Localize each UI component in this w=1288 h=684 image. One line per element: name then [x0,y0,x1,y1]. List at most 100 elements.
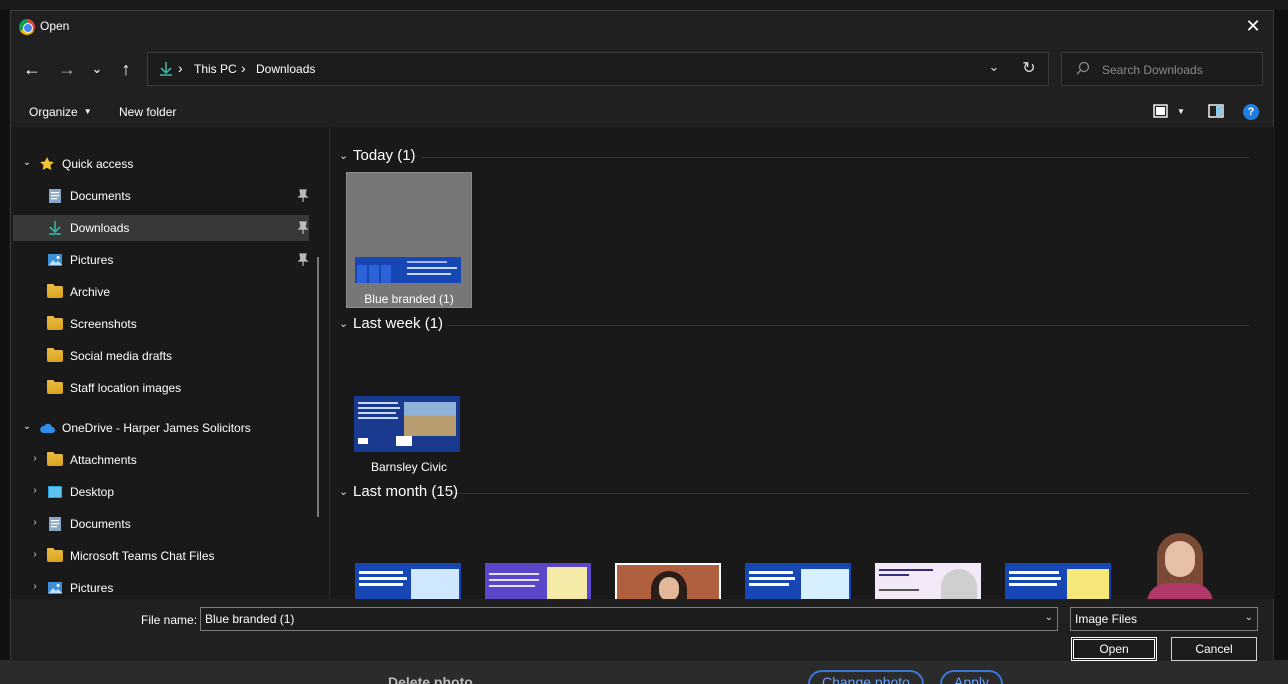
collapsed-chevron-icon[interactable]: › [29,453,41,464]
file-tile-barnsley-civic[interactable]: Barnsley Civic [346,340,472,476]
sidebar-item-archive[interactable]: Archive [13,279,309,305]
group-header-today[interactable]: ⌄ Today (1) [339,147,1249,167]
folder-icon [47,548,63,562]
file-thumbnail-supplier-disputes[interactable] [745,563,851,599]
address-history-chevron-icon[interactable]: ⌄ [984,59,1004,79]
collapse-chevron-icon[interactable]: ⌄ [339,317,348,330]
organize-button[interactable]: Organize ▼ [29,105,92,119]
group-divider [457,493,1249,494]
sidebar-item-documents[interactable]: Documents [13,183,309,209]
file-thumbnail-portrait-woman[interactable] [1135,529,1225,599]
group-header-last-week[interactable]: ⌄ Last week (1) [339,315,1249,335]
sidebar-item-label: Documents [70,517,131,531]
up-arrow-icon[interactable]: ↑ [113,57,139,83]
sidebar-item-social-media-drafts[interactable]: Social media drafts [13,343,309,369]
sidebar-item-attachments[interactable]: › Attachments [13,447,309,473]
breadcrumb-this-pc[interactable]: This PC [194,62,237,76]
file-name-value[interactable]: Blue branded (1) [205,612,294,626]
pictures-icon [48,254,62,266]
file-type-select[interactable]: Image Files ⌄ [1070,607,1258,631]
group-divider [447,325,1249,326]
caret-down-icon: ▼ [83,107,92,116]
organize-label: Organize [29,105,78,119]
file-tile-blue-branded[interactable]: Blue branded (1) [346,172,472,308]
change-photo-button: Change photo [808,670,924,684]
collapse-chevron-icon[interactable]: ⌄ [339,485,348,498]
breadcrumb-separator: › [178,60,183,76]
sidebar-item-label: Archive [70,285,111,299]
recent-locations-chevron-icon[interactable]: ⌄ [84,57,110,83]
file-thumbnail [355,257,461,283]
file-thumbnail-purple[interactable] [485,563,591,599]
downloads-icon [160,62,172,76]
expand-chevron-icon[interactable]: ⌄ [21,421,33,432]
search-box[interactable]: Search Downloads [1061,52,1263,86]
sidebar-item-onedrive-documents[interactable]: › Documents [13,511,309,537]
navigation-scrollbar[interactable] [317,257,319,517]
background-page-top [0,0,1288,10]
back-arrow-icon[interactable]: ← [19,57,45,83]
preview-pane-icon[interactable] [1207,102,1225,120]
group-header-last-month[interactable]: ⌄ Last month (15) [339,483,1249,503]
collapsed-chevron-icon[interactable]: › [29,549,41,560]
new-folder-button[interactable]: New folder [119,105,176,119]
star-icon [40,157,54,170]
collapsed-chevron-icon[interactable]: › [29,485,41,496]
file-thumbnail-shareholder[interactable] [355,563,461,599]
search-placeholder: Search Downloads [1102,63,1203,77]
sidebar-item-pictures[interactable]: Pictures [13,247,309,273]
background-page-bottom: Delete photo Change photo Apply [0,660,1288,684]
sidebar-item-label: Pictures [70,581,114,595]
group-divider [421,157,1249,158]
view-options-caret-icon[interactable]: ▼ [1177,107,1185,116]
group-title: Last month (15) [353,483,459,500]
open-file-dialog: Open ✕ ← → ⌄ ↑ › This PC › Downloads ⌄ ↻… [10,10,1275,661]
onedrive-cloud-icon [40,423,55,433]
file-name: Blue branded (1) [364,292,454,306]
command-toolbar: Organize ▼ New folder ▼ ? [11,95,1273,127]
file-thumbnail-portrait-brick[interactable] [615,563,721,599]
forward-arrow-icon[interactable]: → [54,57,80,83]
pin-icon[interactable] [297,221,309,235]
sidebar-item-staff-location-images[interactable]: Staff location images [13,375,309,401]
open-button[interactable]: Open [1071,637,1157,661]
pane-divider[interactable] [329,127,330,599]
breadcrumb-separator: › [241,60,246,76]
pin-icon[interactable] [297,189,309,203]
sidebar-item-quick-access[interactable]: ⌄ Quick access [13,151,309,177]
file-thumbnail-employee-ownership[interactable] [1005,563,1111,599]
downloads-icon [49,221,61,235]
collapsed-chevron-icon[interactable]: › [29,517,41,528]
sidebar-item-label: OneDrive - Harper James Solicitors [62,421,251,435]
search-icon [1076,61,1090,75]
sidebar-item-teams-chat-files[interactable]: › Microsoft Teams Chat Files [13,543,309,569]
chrome-icon [19,19,35,35]
file-type-value: Image Files [1075,612,1138,626]
group-title: Today (1) [353,147,416,164]
pin-icon[interactable] [297,253,309,267]
sidebar-item-screenshots[interactable]: Screenshots [13,311,309,337]
cancel-button[interactable]: Cancel [1171,637,1257,661]
breadcrumb-downloads[interactable]: Downloads [256,62,315,76]
file-thumbnail-lilac[interactable] [875,563,981,599]
file-name-history-chevron-icon[interactable]: ⌄ [1045,612,1053,623]
collapse-chevron-icon[interactable]: ⌄ [339,149,348,162]
refresh-icon[interactable]: ↻ [1018,58,1040,80]
close-icon[interactable]: ✕ [1241,15,1265,39]
file-name: Barnsley Civic [370,460,448,474]
sidebar-item-onedrive[interactable]: ⌄ OneDrive - Harper James Solicitors [13,415,309,441]
file-name-label: File name: [141,613,198,627]
sidebar-item-downloads[interactable]: Downloads [13,215,309,241]
help-icon[interactable]: ? [1243,104,1259,120]
sidebar-item-onedrive-pictures[interactable]: › Pictures [13,575,309,599]
title-bar: Open ✕ [11,11,1273,43]
file-name-input[interactable]: Blue branded (1) ⌄ [200,607,1058,631]
sidebar-item-desktop[interactable]: › Desktop [13,479,309,505]
file-type-chevron-icon[interactable]: ⌄ [1245,612,1253,623]
collapsed-chevron-icon[interactable]: › [29,581,41,592]
file-list: ⌄ Today (1) Blue branded (1) ⌄ Last week… [331,127,1275,599]
address-bar[interactable]: › This PC › Downloads ⌄ ↻ [147,52,1049,86]
expand-chevron-icon[interactable]: ⌄ [21,157,33,168]
view-options-icon[interactable] [1152,102,1170,120]
sidebar-item-label: Attachments [70,453,137,467]
